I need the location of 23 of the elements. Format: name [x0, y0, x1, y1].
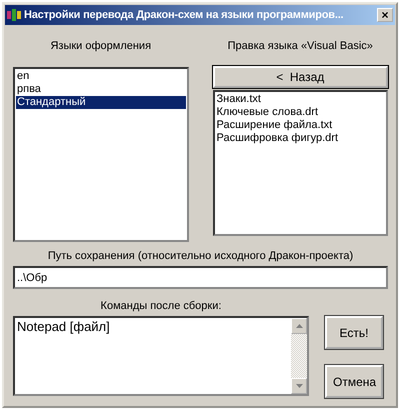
save-path-label: Путь сохранения (относительно исходного Дракон-проекта) [46, 249, 354, 264]
close-button[interactable]: × [377, 8, 393, 22]
up-arrow-icon [296, 324, 302, 328]
back-button[interactable]: < Назад [212, 66, 388, 88]
down-arrow-icon [296, 384, 302, 388]
commands-label: Команды после сборки: [100, 299, 222, 314]
file-item[interactable]: Ключевые слова.drt [216, 106, 385, 119]
language-edit-label: Правка языка «Visual Basic» [226, 39, 374, 54]
dialog-button[interactable]: Отмена [325, 365, 383, 398]
scroll-up-button[interactable] [291, 318, 307, 334]
file-item[interactable]: Знаки.txt [216, 93, 385, 106]
save-path-field[interactable]: ..\Обр [13, 266, 388, 289]
languages-label: Языки оформления [49, 39, 152, 54]
language-item[interactable]: Стандартный [16, 96, 186, 109]
file-item[interactable]: Расширение файла.txt [216, 119, 385, 132]
dialog-button[interactable]: Есть! [325, 316, 383, 349]
language-item[interactable]: en [16, 70, 186, 83]
language-item[interactable]: рпва [16, 83, 186, 96]
app-icon [7, 9, 21, 21]
window-title: Настройки перевода Дракон-схем на языки программиров... [24, 9, 344, 21]
file-item[interactable]: Расшифровка фигур.drt [216, 132, 385, 145]
scroll-down-button[interactable] [291, 378, 307, 394]
commands-field[interactable]: Notepad [файл] [13, 316, 309, 396]
